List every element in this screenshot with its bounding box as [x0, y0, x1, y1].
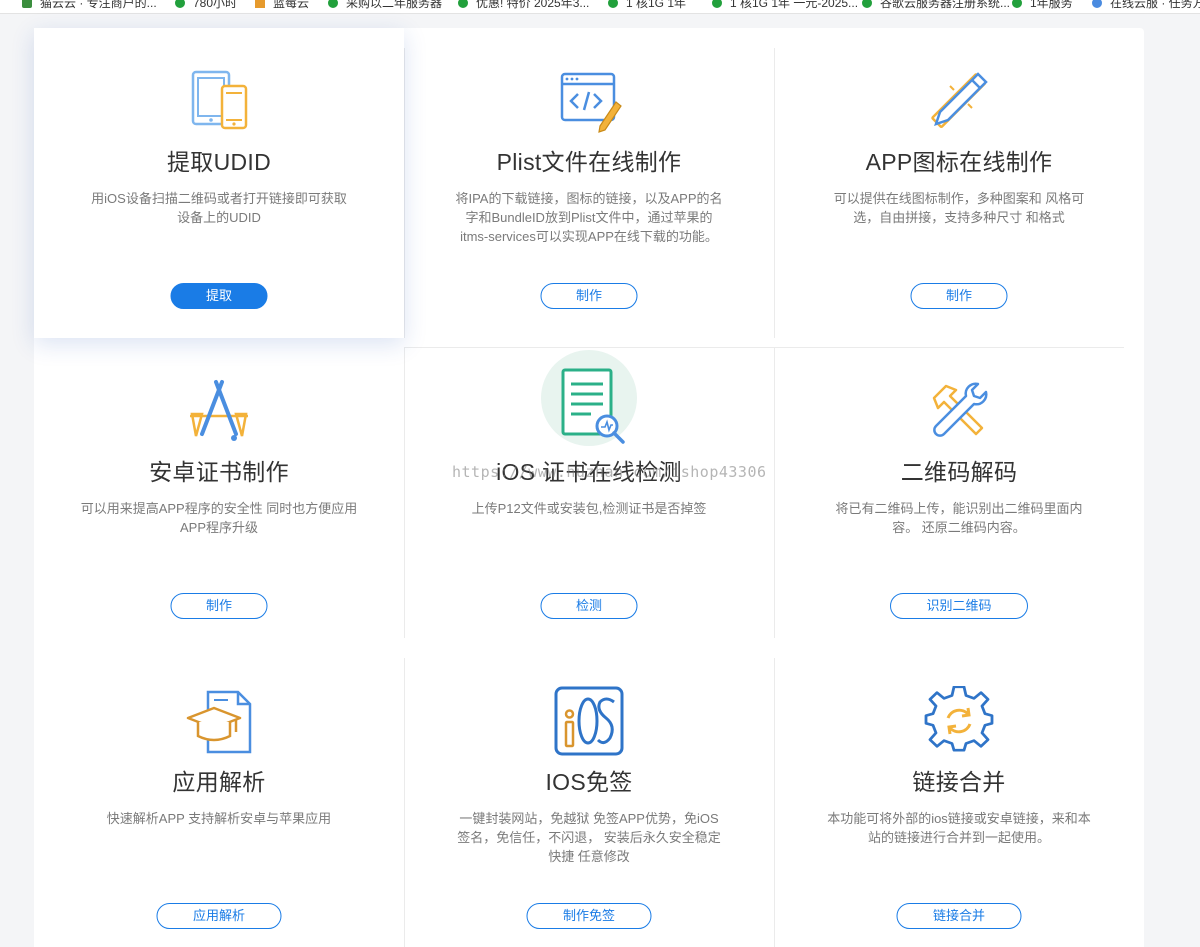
check-ios-cert-button[interactable]: 检测 — [540, 593, 638, 619]
bookmarks-bar: 猫云云 · 专注商户的... 780小时 蓝莓云 采购以二年服务器 优惠! 特价… — [0, 0, 1200, 14]
extract-udid-button[interactable]: 提取 — [170, 283, 268, 309]
card-description: 可以用来提高APP程序的安全性 同时也方便应用APP程序升级 — [80, 501, 358, 535]
document-search-icon — [547, 364, 631, 448]
tools-icon — [924, 376, 994, 446]
devices-icon — [184, 66, 254, 136]
tool-card-android-cert: 安卓证书制作 可以用来提高APP程序的安全性 同时也方便应用APP程序升级 制作 — [34, 338, 404, 648]
bookmark-item[interactable]: 在线云服 · 任务方... — [1092, 0, 1200, 11]
bookmark-item[interactable]: 1 核1G 1年 一元-2025... — [712, 0, 858, 11]
make-android-cert-button[interactable]: 制作 — [170, 593, 268, 619]
tool-card-udid: 提取UDID 用iOS设备扫描二维码或者打开链接即可获取设备上的UDID 提取 — [34, 28, 404, 338]
bookmark-item[interactable]: 1 核1G 1年 — [608, 0, 686, 11]
card-title: 提取UDID — [166, 149, 272, 175]
tool-card-app-analysis: 应用解析 快速解析APP 支持解析安卓与苹果应用 应用解析 — [34, 648, 404, 947]
bookmark-item[interactable]: 猫云云 · 专注商户的... — [22, 0, 157, 11]
tool-card-link-merge: 链接合并 本功能可将外部的ios链接或安卓链接，来和本站的链接进行合并到一起使用… — [774, 648, 1144, 947]
card-description: 用iOS设备扫描二维码或者打开链接即可获取设备上的UDID — [91, 191, 347, 225]
ios-badge-icon — [554, 686, 624, 756]
green-dot-icon — [712, 0, 722, 8]
app-store-icon — [184, 376, 254, 446]
card-title: Plist文件在线制作 — [496, 149, 682, 175]
graduation-file-icon — [184, 686, 254, 756]
card-description: 可以提供在线图标制作，多种图案和 风格可选，自由拼接，支持多种尺寸 和格式 — [833, 191, 1085, 225]
green-dot-icon — [608, 0, 618, 8]
decode-qr-button[interactable]: 识别二维码 — [890, 593, 1028, 619]
card-title: 安卓证书制作 — [149, 459, 289, 485]
bookmark-item[interactable]: 780小时 — [175, 0, 237, 11]
make-nosign-button[interactable]: 制作免签 — [526, 903, 652, 929]
green-dot-icon — [862, 0, 872, 8]
merge-links-button[interactable]: 链接合并 — [896, 903, 1022, 929]
green-square-icon — [22, 0, 32, 8]
make-plist-button[interactable]: 制作 — [540, 283, 638, 309]
card-title: IOS免签 — [545, 769, 633, 795]
tool-card-plist: Plist文件在线制作 将IPA的下载链接，图标的链接，以及APP的名字和Bun… — [404, 28, 774, 338]
pencil-ruler-icon — [924, 66, 994, 136]
bookmark-item[interactable]: 采购以二年服务器 — [328, 0, 442, 11]
bookmark-item[interactable]: 1年服务 — [1012, 0, 1073, 11]
orange-triangle-icon — [255, 0, 265, 8]
green-dot-icon — [328, 0, 338, 8]
tool-card-app-icon: APP图标在线制作 可以提供在线图标制作，多种图案和 风格可选，自由拼接，支持多… — [774, 28, 1144, 338]
card-title: iOS 证书在线检测 — [496, 459, 682, 485]
green-dot-icon — [175, 0, 185, 8]
code-window-icon — [554, 66, 624, 136]
card-description: 将IPA的下载链接，图标的链接，以及APP的名字和BundleID放到Plist… — [455, 191, 723, 244]
make-app-icon-button[interactable]: 制作 — [910, 283, 1008, 309]
card-description: 上传P12文件或安装包,检测证书是否掉签 — [471, 501, 707, 516]
card-description: 将已有二维码上传，能识别出二维码里面内容。 还原二维码内容。 — [835, 501, 1083, 535]
card-description: 一键封装网站，免越狱 免签APP优势，免iOS签名，免信任，不闪退， 安装后永久… — [457, 811, 721, 864]
gear-sync-icon — [924, 686, 994, 756]
bookmark-item[interactable]: 优惠! 特价 2025年3... — [458, 0, 589, 11]
bookmark-item[interactable]: 谷歌云服务器注册系统... — [862, 0, 1010, 11]
green-dot-icon — [1012, 0, 1022, 8]
card-title: APP图标在线制作 — [865, 149, 1053, 175]
tools-panel: 提取UDID 用iOS设备扫描二维码或者打开链接即可获取设备上的UDID 提取 … — [34, 28, 1144, 947]
tool-card-ios-cert-check: iOS 证书在线检测 上传P12文件或安装包,检测证书是否掉签 检测 — [404, 338, 774, 648]
card-description: 快速解析APP 支持解析安卓与苹果应用 — [106, 811, 332, 826]
bookmark-item[interactable]: 蓝莓云 — [255, 0, 309, 11]
card-title: 二维码解码 — [900, 459, 1018, 485]
tool-card-qr-decode: 二维码解码 将已有二维码上传，能识别出二维码里面内容。 还原二维码内容。 识别二… — [774, 338, 1144, 648]
card-description: 本功能可将外部的ios链接或安卓链接，来和本站的链接进行合并到一起使用。 — [827, 811, 1091, 845]
blue-globe-icon — [1092, 0, 1102, 8]
card-title: 应用解析 — [172, 769, 266, 795]
green-dot-icon — [458, 0, 468, 8]
card-title: 链接合并 — [912, 769, 1006, 795]
app-analysis-button[interactable]: 应用解析 — [156, 903, 282, 929]
tool-card-ios-nosign: IOS免签 一键封装网站，免越狱 免签APP优势，免iOS签名，免信任，不闪退，… — [404, 648, 774, 947]
